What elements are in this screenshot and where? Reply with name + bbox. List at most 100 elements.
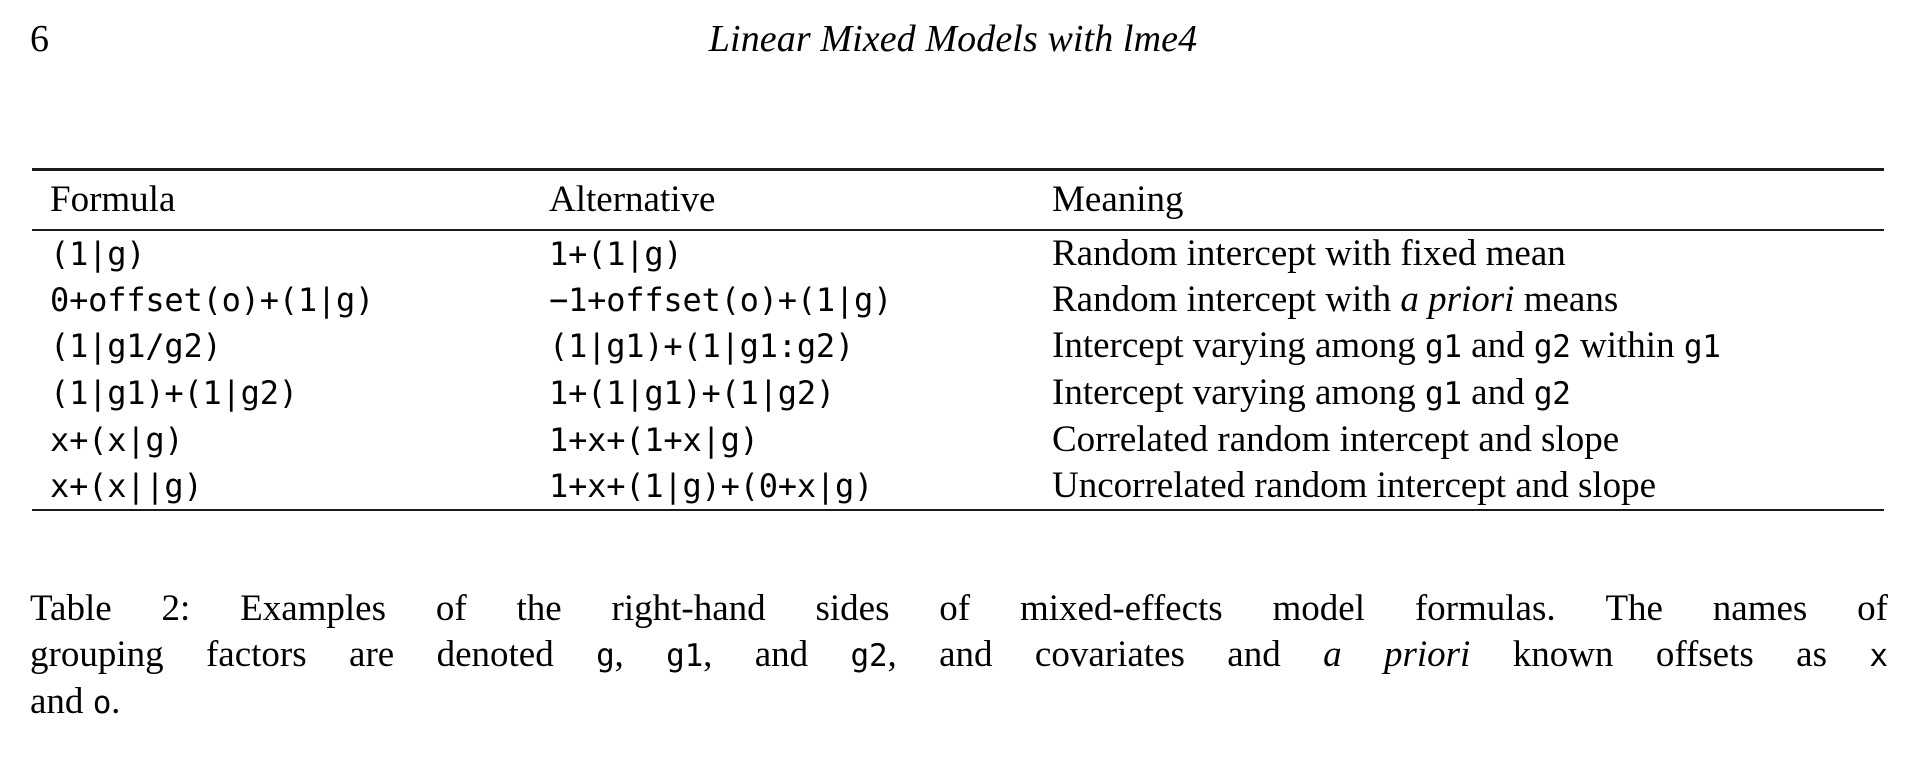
caption-word: and <box>755 632 808 679</box>
column-header-meaning: Meaning <box>1052 179 1184 220</box>
cell-formula: 0+offset(o)+(1|g) <box>32 277 531 323</box>
table-header: Formula Alternative Meaning <box>32 171 1884 229</box>
code-token: 1+(1|g1)+(1|g2) <box>549 374 835 412</box>
code-token: g2 <box>1533 329 1571 365</box>
cell-alternative: 1+(1|g) <box>531 231 1026 277</box>
code-token: o <box>92 685 112 721</box>
cell-formula: (1|g1/g2) <box>32 323 531 370</box>
code-token: (1|g1/g2) <box>50 327 222 365</box>
code-token: g1 <box>1424 329 1462 365</box>
caption-word: and <box>1227 632 1280 679</box>
code-token: x+(x|g) <box>50 421 184 459</box>
text-run: mixed-effects <box>1019 588 1223 629</box>
caption-word: Table <box>30 586 112 632</box>
caption-line: grouping factors are denoted g, g1, and g2, and c… <box>30 632 1888 679</box>
caption-word: of <box>939 586 970 632</box>
text-run: and <box>754 634 809 675</box>
emphasis-text: priori <box>1383 634 1471 675</box>
text-run: and <box>1461 325 1534 366</box>
cell-alternative: −1+offset(o)+(1|g) <box>531 277 1026 323</box>
table-row: (1|g) 1+(1|g) Random intercept with fixed … <box>32 231 1884 277</box>
text-run: Table <box>30 588 112 629</box>
code-token: −1+offset(o)+(1|g) <box>549 281 893 319</box>
code-token: g1 <box>666 638 704 674</box>
code-token: (1|g1)+(1|g1:g2) <box>549 327 855 365</box>
cell-meaning: Intercept varying among g1 and g2 <box>1026 370 1884 417</box>
caption-word: denoted <box>437 632 554 679</box>
code-token: 1+x+(1|g)+(0+x|g) <box>549 467 874 505</box>
text-run: of <box>435 588 467 629</box>
caption-word: as <box>1796 632 1827 679</box>
text-run: factors <box>205 634 307 675</box>
table-row: 0+offset(o)+(1|g) −1+offset(o)+(1|g) Rando… <box>32 277 1884 323</box>
text-run: , <box>614 634 624 675</box>
caption-word: offsets <box>1656 632 1754 679</box>
caption-line: Table 2: Examples of the right-hand sides of mix… <box>30 586 1888 632</box>
caption-word: and <box>939 632 992 679</box>
code-token: 0+offset(o)+(1|g) <box>50 281 375 319</box>
cell-meaning: Random intercept with fixed mean <box>1026 231 1884 277</box>
caption-word: x <box>1869 632 1888 679</box>
text-run: within <box>1570 325 1684 366</box>
text-run: denoted <box>436 634 554 675</box>
table-row: (1|g1/g2) (1|g1)+(1|g1:g2) Intercept varyi… <box>32 323 1884 370</box>
cell-alternative: (1|g1)+(1|g1:g2) <box>531 323 1026 370</box>
code-token: (1|g1)+(1|g2) <box>50 374 298 412</box>
text-run: , <box>887 634 897 675</box>
caption-word: covariates <box>1035 632 1185 679</box>
text-run: known <box>1512 634 1614 675</box>
text-run: Random intercept with fixed mean <box>1052 233 1566 274</box>
code-token: 1+x+(1+x|g) <box>549 421 759 459</box>
table-row: (1|g1)+(1|g2) 1+(1|g1)+(1|g2) Intercept va… <box>32 370 1884 417</box>
table-caption: Table 2: Examples of the right-hand sides of mix… <box>30 586 1888 726</box>
code-token: x <box>1869 638 1888 674</box>
text-run: . <box>111 681 121 722</box>
text-run: Random intercept with <box>1052 279 1401 320</box>
text-run: , <box>703 634 713 675</box>
text-run: of <box>1857 588 1888 629</box>
text-run: and <box>1461 372 1534 413</box>
caption-line: and o. <box>30 679 1888 726</box>
text-run: model <box>1272 588 1365 629</box>
text-run: Intercept varying among <box>1052 325 1425 366</box>
cell-formula: (1|g1)+(1|g2) <box>32 370 531 417</box>
table-row: x+(x||g) 1+x+(1|g)+(0+x|g) Uncorrelated ra… <box>32 463 1884 509</box>
running-title: Linear Mixed Models with lme4 <box>708 18 1198 60</box>
caption-word: factors <box>206 632 307 679</box>
caption-word: mixed-effects <box>1020 586 1223 632</box>
text-run: Uncorrelated random intercept and slope <box>1052 465 1657 506</box>
cell-formula: x+(x|g) <box>32 417 531 463</box>
caption-word: g1, <box>666 632 712 679</box>
text-run: of <box>939 588 971 629</box>
text-run: as <box>1796 634 1827 675</box>
text-run: covariates <box>1034 634 1185 675</box>
caption-word: Examples <box>240 586 386 632</box>
caption-word: of <box>436 586 467 632</box>
caption-word: priori <box>1384 632 1470 679</box>
cell-formula: x+(x||g) <box>32 463 531 509</box>
code-token: g2 <box>850 638 888 674</box>
text-run: Examples <box>240 588 386 629</box>
cell-alternative: 1+x+(1|g)+(0+x|g) <box>531 463 1026 509</box>
emphasis-text: a priori <box>1400 279 1515 320</box>
text-run: grouping <box>30 634 164 675</box>
text-run: means <box>1514 279 1619 320</box>
caption-word: names <box>1713 586 1808 632</box>
caption-word: a <box>1323 632 1342 679</box>
caption-word: the <box>516 586 561 632</box>
text-run: 2: <box>161 588 191 629</box>
code-token: 1+(1|g) <box>549 235 683 273</box>
caption-word: g2, <box>851 632 897 679</box>
cell-formula: (1|g) <box>32 231 531 277</box>
text-run: offsets <box>1655 634 1754 675</box>
table-bottom-rule <box>32 509 1884 511</box>
cell-meaning: Uncorrelated random intercept and slope <box>1026 463 1884 509</box>
caption-word: 2: <box>161 586 190 632</box>
text-run: right-hand <box>611 588 766 629</box>
caption-word: of <box>1857 586 1888 632</box>
text-run: the <box>516 588 562 629</box>
caption-word: The <box>1605 586 1663 632</box>
cell-meaning: Random intercept with a priori means <box>1026 277 1884 323</box>
text-run: The <box>1605 588 1663 629</box>
caption-word: grouping <box>30 632 164 679</box>
